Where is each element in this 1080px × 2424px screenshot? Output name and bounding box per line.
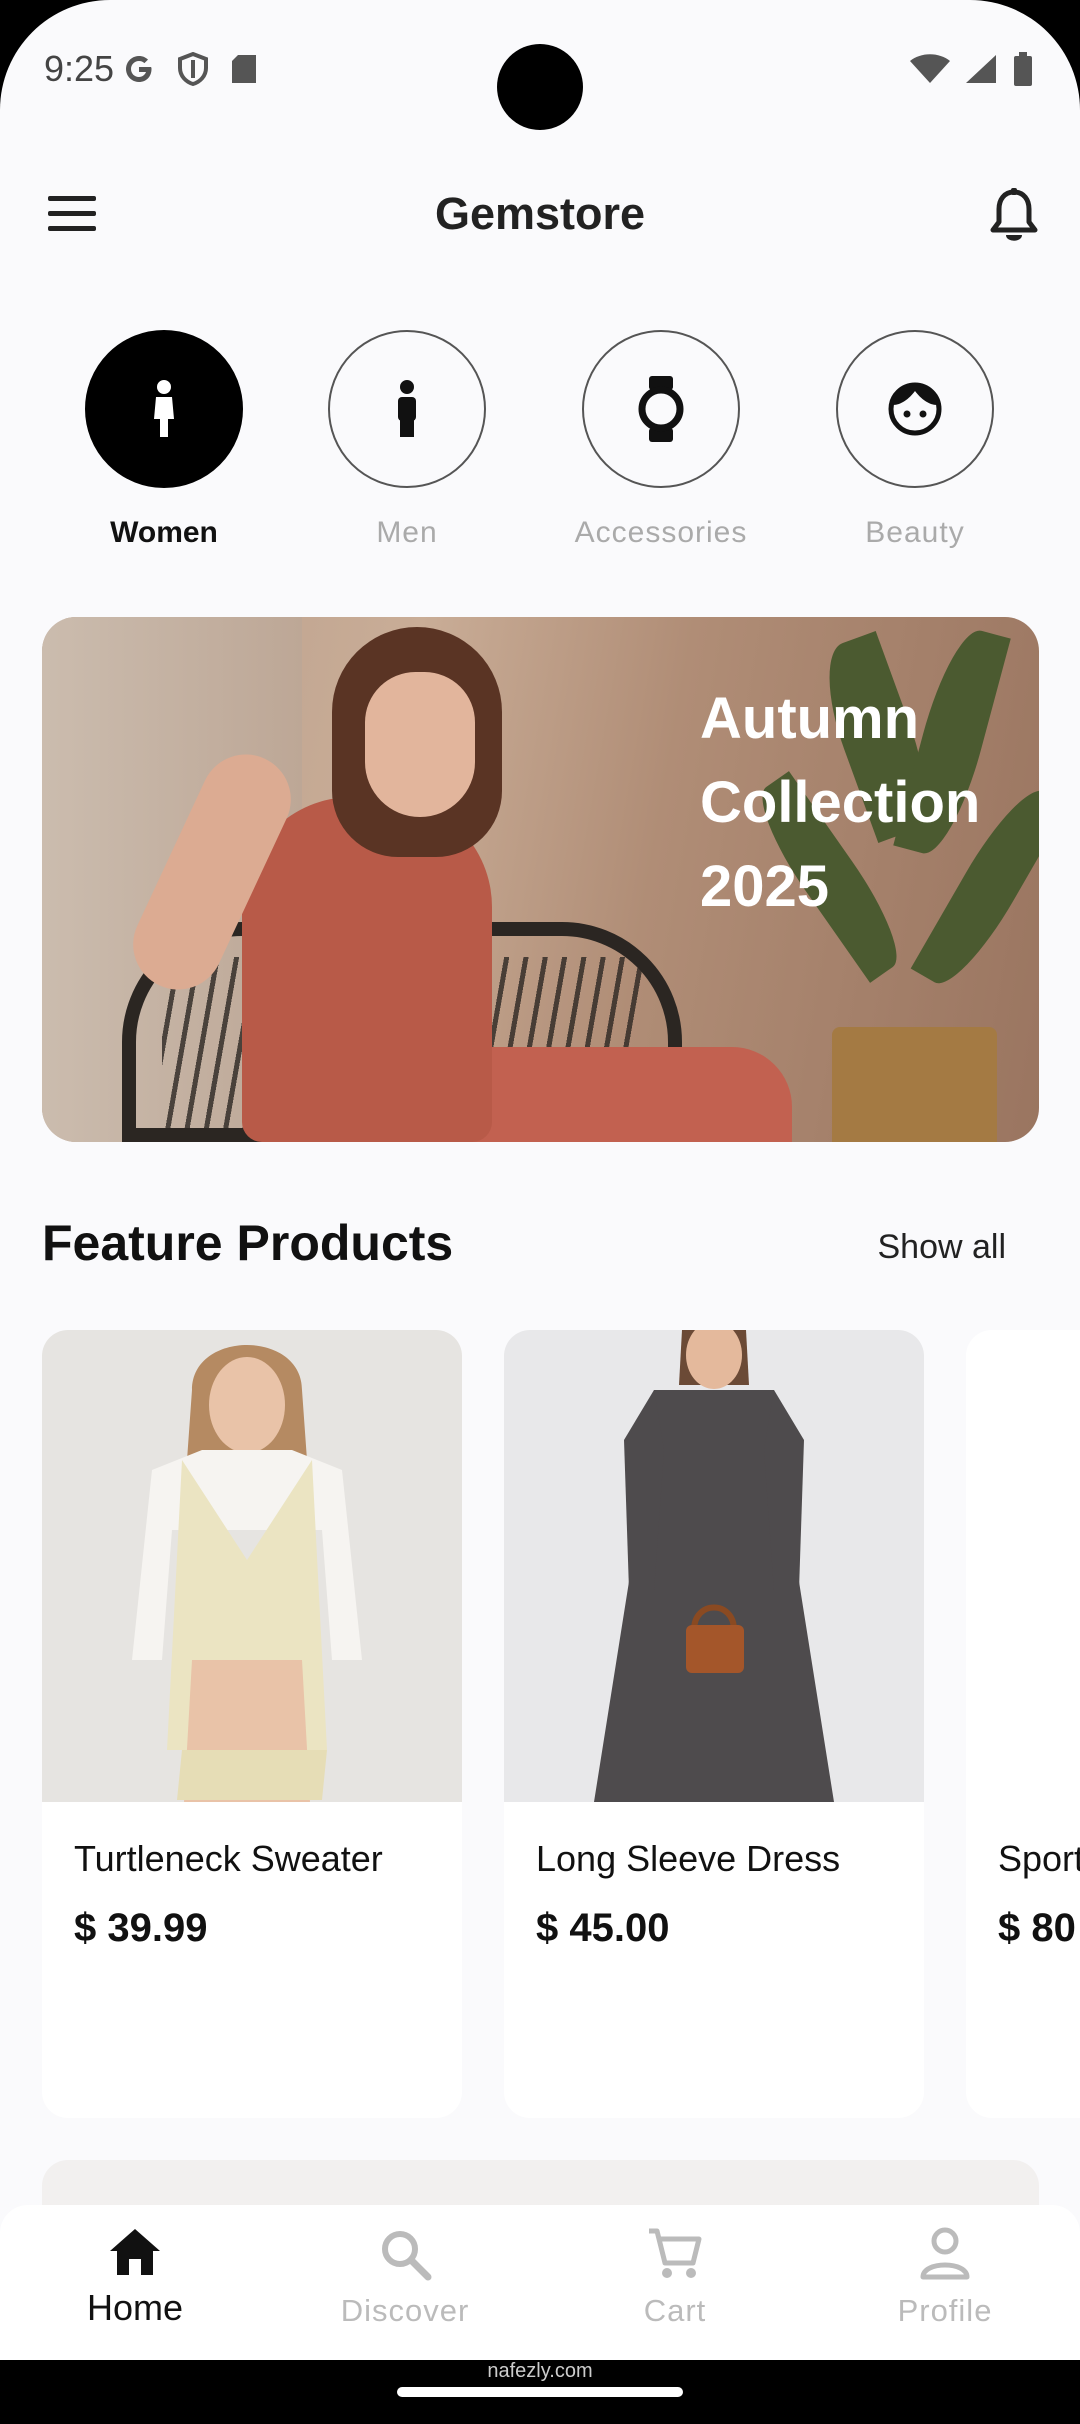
notification-bell-icon[interactable] [988, 188, 1040, 244]
category-women[interactable]: Women [54, 330, 274, 550]
product-name: Turtleneck Sweater [74, 1838, 383, 1879]
face-icon [888, 382, 942, 436]
product-image [42, 1330, 462, 1802]
category-men-circle [328, 330, 486, 488]
product-carousel: Turtleneck Sweater $ 39.99 Long Sleeve D… [42, 1330, 1080, 2118]
nav-cart[interactable]: Cart [555, 2227, 795, 2329]
category-accessories-label: Accessories [574, 516, 748, 549]
gesture-handle[interactable] [397, 2387, 683, 2397]
product-price: $ 39.99 [74, 1906, 208, 1950]
nav-home[interactable]: Home [15, 2227, 255, 2329]
category-beauty[interactable]: Beauty [805, 330, 1025, 550]
banner-line-1: Autumn [700, 686, 920, 751]
banner-headline: Autumn Collection 2025 [700, 677, 980, 929]
product-name: Sport [998, 1838, 1080, 1879]
category-women-label: Women [110, 516, 218, 549]
signal-icon [966, 55, 996, 83]
show-all-link[interactable]: Show all [877, 1228, 1006, 1267]
product-price: $ 80 [998, 1906, 1076, 1950]
nav-discover[interactable]: Discover [285, 2227, 525, 2329]
woman-icon [154, 380, 174, 437]
status-notification-icons [122, 52, 258, 86]
section-title: Feature Products [42, 1215, 454, 1271]
watch-icon [638, 376, 684, 442]
category-accessories-circle [582, 330, 740, 488]
sweater-model-illustration [132, 1345, 362, 1802]
promo-banner[interactable]: Autumn Collection 2025 [42, 617, 1039, 1142]
shield-icon [178, 52, 208, 86]
home-icon [110, 2229, 160, 2275]
category-beauty-circle [836, 330, 994, 488]
app-screen: 9:25 Gemstore Women Men Accessories Beau… [0, 0, 1080, 2360]
nav-discover-label: Discover [340, 2293, 470, 2328]
watermark: nafezly.com [487, 2360, 593, 2382]
product-card[interactable]: Long Sleeve Dress $ 45.00 [504, 1330, 924, 2118]
wifi-icon [910, 54, 950, 83]
product-image [504, 1330, 924, 1802]
category-women-circle [85, 330, 243, 488]
bottom-nav: Home Discover Cart Profile [0, 2205, 1080, 2360]
banner-model-face [365, 672, 475, 817]
cart-icon [649, 2228, 702, 2278]
product-price: $ 45.00 [536, 1906, 670, 1950]
app-header: Gemstore [0, 170, 1080, 260]
category-selector: Women Men Accessories Beauty [0, 330, 1080, 560]
man-icon [398, 380, 416, 437]
product-image [966, 1330, 1080, 1802]
product-card[interactable]: Turtleneck Sweater $ 39.99 [42, 1330, 462, 2118]
category-accessories[interactable]: Accessories [551, 330, 771, 550]
nav-home-label: Home [86, 2287, 184, 2328]
status-time: 9:25 [44, 48, 115, 89]
nav-profile-label: Profile [897, 2293, 993, 2328]
product-name: Long Sleeve Dress [536, 1838, 841, 1879]
banner-plant-pot [832, 1027, 997, 1142]
search-icon [382, 2231, 432, 2281]
product-card[interactable]: Sport $ 80 [966, 1330, 1080, 2118]
battery-icon [1014, 52, 1032, 86]
status-bar: 9:25 [0, 0, 1080, 150]
nav-cart-label: Cart [643, 2293, 707, 2328]
category-men-label: Men [376, 516, 438, 549]
category-men[interactable]: Men [297, 330, 517, 550]
dress-model-illustration [594, 1330, 834, 1802]
banner-line-3: 2025 [700, 854, 830, 919]
sd-card-icon [232, 55, 256, 83]
front-camera [497, 44, 583, 130]
google-icon [126, 56, 152, 82]
category-beauty-label: Beauty [865, 516, 965, 549]
nav-profile[interactable]: Profile [825, 2227, 1065, 2329]
page-title: Gemstore [434, 188, 646, 239]
banner-line-2: Collection [700, 770, 981, 835]
status-system-icons [910, 52, 1034, 86]
profile-icon [920, 2227, 970, 2280]
